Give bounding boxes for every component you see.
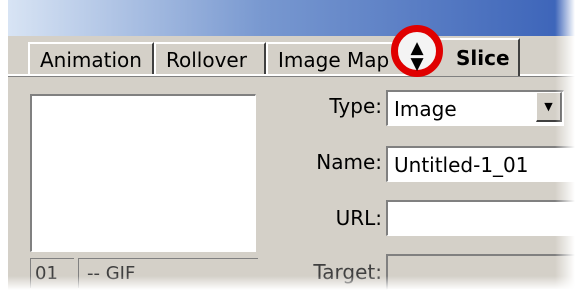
slice-palette-window: Animation Rollover Image Map Slice ▲ ▼ 01… xyxy=(8,0,575,290)
url-field[interactable] xyxy=(386,200,575,236)
target-field[interactable] xyxy=(386,254,575,290)
target-label: Target: xyxy=(313,260,382,284)
name-field[interactable]: Untitled-1_01 xyxy=(386,146,575,182)
highlight-circle: ▲ ▼ xyxy=(391,25,443,77)
type-label: Type: xyxy=(329,94,382,118)
slice-number: 01 xyxy=(30,258,74,288)
tab-animation[interactable]: Animation xyxy=(28,42,154,74)
slice-format: -- GIF xyxy=(78,258,258,288)
name-label: Name: xyxy=(316,150,382,174)
up-down-arrows-icon[interactable]: ▲ ▼ xyxy=(398,40,436,73)
slice-preview xyxy=(30,94,256,252)
tab-rollover[interactable]: Rollover xyxy=(154,42,266,74)
chevron-down-icon[interactable]: ▼ xyxy=(536,92,562,122)
palette-titlebar[interactable] xyxy=(8,0,575,36)
url-label: URL: xyxy=(335,206,382,230)
